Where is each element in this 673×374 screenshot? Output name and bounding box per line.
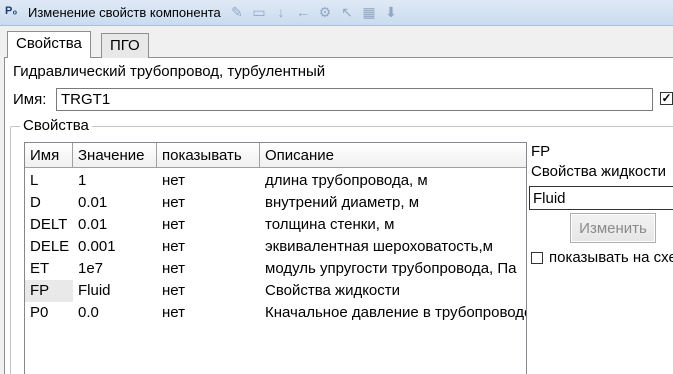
cell-show: нет [162,282,185,299]
cell-description: эквивалентная шероховатость,м [265,238,493,255]
window-title: Изменение свойств компонента [28,5,221,20]
arrow-left-icon: ← [296,4,310,20]
selected-property-description: Свойства жидкости [531,163,667,180]
arrow-down-icon: ⬇ [385,3,397,20]
title-bar: P₀ Изменение свойств компонента ✎ ▭ ↓ ← … [0,0,673,26]
cell-show: нет [162,216,185,233]
shape-icon: ▭ [252,3,266,20]
cell-description: длина трубопровода, м [265,172,428,189]
table-row[interactable]: DELT 0.01 нет толщина стенки, м [25,214,526,236]
table-row[interactable]: DELE 0.001 нет эквивалентная шероховатость,… [25,236,526,258]
cell-name: ET [30,260,50,277]
column-header-show[interactable]: показывать [157,143,260,168]
cell-name: L [30,172,39,189]
cell-value: 1e7 [78,260,104,277]
cell-value: 0.01 [78,216,108,233]
pencil-icon: ✎ [231,3,243,20]
column-header-name[interactable]: Имя [25,143,73,168]
cell-description: внутрений диаметр, м [265,194,420,211]
column-header-description[interactable]: Описание [260,143,526,168]
name-input[interactable] [56,88,653,111]
gear-icon: ⚙ [318,3,332,20]
cell-show: нет [162,238,185,255]
cell-show: нет [162,260,185,277]
show-on-scheme-checkbox[interactable] [531,252,543,264]
cell-name: DELT [30,216,68,233]
table-row[interactable]: P0 0.0 нет Кначальное давление в трубопрово… [25,302,527,324]
cell-show: нет [162,304,185,321]
properties-group-title: Свойства [20,117,92,134]
tab-pgo[interactable]: ПГО [101,33,149,58]
cell-name: FP [25,280,73,302]
cell-name: DELE [30,238,70,255]
table-row[interactable]: ET 1e7 нет модуль упругости трубопровода, П… [25,258,526,280]
cell-description: модуль упругости трубопровода, Па [265,260,517,277]
cell-description: Свойства жидкости [265,282,401,299]
cell-name: D [30,194,41,211]
cell-value: 0.001 [78,238,116,255]
cell-value: 0.01 [78,194,108,211]
cell-name: P0 [30,304,49,321]
cursor-icon: ↖ [341,3,353,20]
column-header-value[interactable]: Значение [73,143,157,168]
table-row[interactable]: D 0.01 нет внутрений диаметр, м [25,192,526,214]
cell-value: 0.0 [78,304,99,321]
tab-properties[interactable]: Свойства [7,31,91,58]
cell-description: Кначальное давление в трубопроводе [265,304,527,321]
table-row[interactable]: FP Fluid нет Свойства жидкости [25,280,526,302]
table-row[interactable]: L 1 нет длина трубопровода, м [25,170,526,192]
app-icon: P₀ [5,5,18,17]
properties-table[interactable]: Имя Значение показывать Описание L 1 нет дл… [24,142,527,374]
change-button[interactable]: Изменить [570,213,656,243]
name-label: Имя: [13,91,47,108]
cell-show: нет [162,172,185,189]
cell-value: Fluid [78,282,111,299]
component-type-label: Гидравлический трубопровод, турбулентный [13,63,326,80]
name-checkbox[interactable]: ✓ [660,92,673,105]
show-on-scheme-label: показывать на схеме [549,249,673,266]
cell-value: 1 [78,172,87,189]
cell-show: нет [162,194,185,211]
grid-icon: ▦ [362,3,376,20]
pin-icon: ↓ [277,4,285,20]
property-value-input[interactable] [529,186,673,210]
selected-property-name: FP [531,143,551,160]
cell-description: толщина стенки, м [265,216,395,233]
background-toolbar: ✎ ▭ ↓ ← ⚙ ↖ ▦ ⬇ [228,3,400,23]
